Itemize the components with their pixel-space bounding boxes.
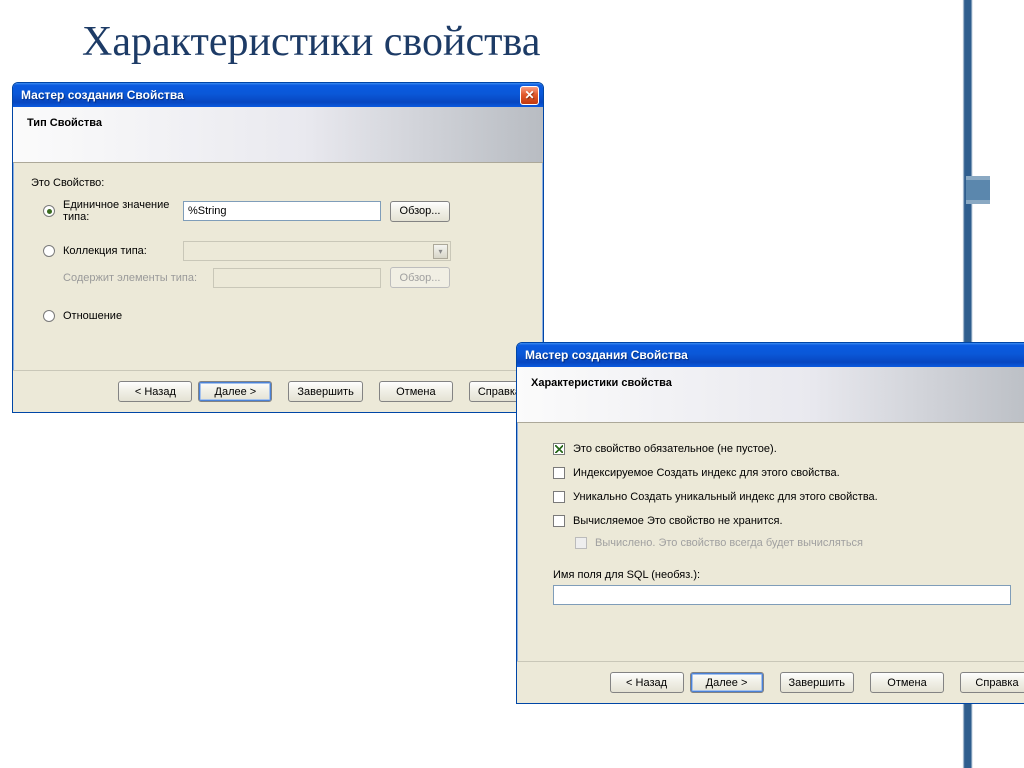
check-indexed-label: Индексируемое Создать индекс для этого с… bbox=[573, 467, 840, 479]
sql-field-label: Имя поля для SQL (необяз.): bbox=[553, 569, 700, 581]
check-unique-label: Уникально Создать уникальный индекс для … bbox=[573, 491, 878, 503]
back-button[interactable]: < Назад bbox=[610, 672, 684, 693]
finish-button[interactable]: Завершить bbox=[780, 672, 854, 693]
browse-button-disabled: Обзор... bbox=[390, 267, 450, 288]
wizard-header-title: Характеристики свойства bbox=[531, 377, 672, 389]
close-button[interactable]: ✕ bbox=[520, 86, 539, 105]
next-button[interactable]: Далее > bbox=[198, 381, 272, 402]
check-computed[interactable] bbox=[553, 515, 565, 527]
close-icon: ✕ bbox=[524, 89, 534, 101]
wizard-header: Тип Свойства bbox=[13, 107, 543, 163]
contains-label: Содержит элементы типа: bbox=[63, 272, 213, 284]
chevron-down-icon: ▾ bbox=[433, 244, 448, 259]
check-computed-label: Вычисляемое Это свойство не хранится. bbox=[573, 515, 783, 527]
cancel-button[interactable]: Отмена bbox=[379, 381, 453, 402]
back-button[interactable]: < Назад bbox=[118, 381, 192, 402]
titlebar[interactable]: Мастер создания Свойства ✕ bbox=[13, 83, 543, 107]
page-title: Характеристики свойства bbox=[82, 18, 540, 66]
wizard-body: Это Свойство: Единичное значение типа: О… bbox=[13, 163, 543, 370]
wizard-header-title: Тип Свойства bbox=[27, 117, 102, 129]
check-indexed[interactable] bbox=[553, 467, 565, 479]
window-property-characteristics: Мастер создания Свойства ✕ Характеристик… bbox=[516, 342, 1024, 704]
button-bar: < Назад Далее > Завершить Отмена Справка bbox=[517, 661, 1024, 703]
radio-relation-label: Отношение bbox=[63, 310, 183, 322]
cancel-button[interactable]: Отмена bbox=[870, 672, 944, 693]
wizard-header: Характеристики свойства bbox=[517, 367, 1024, 423]
window-property-type: Мастер создания Свойства ✕ Тип Свойства … bbox=[12, 82, 544, 413]
window-title: Мастер создания Свойства bbox=[525, 348, 688, 362]
help-button[interactable]: Справка bbox=[960, 672, 1024, 693]
browse-button[interactable]: Обзор... bbox=[390, 201, 450, 222]
check-always-computed bbox=[575, 537, 587, 549]
next-button[interactable]: Далее > bbox=[690, 672, 764, 693]
radio-relation[interactable] bbox=[43, 310, 55, 322]
button-bar: < Назад Далее > Завершить Отмена Справка bbox=[13, 370, 543, 412]
sql-field-input[interactable] bbox=[553, 585, 1011, 605]
radio-collection-label: Коллекция типа: bbox=[63, 245, 183, 257]
contains-input bbox=[213, 268, 381, 288]
slide-accent bbox=[966, 180, 990, 200]
radio-collection[interactable] bbox=[43, 245, 55, 257]
radio-single-label: Единичное значение типа: bbox=[63, 199, 183, 223]
check-required-label: Это свойство обязательное (не пустое). bbox=[573, 443, 777, 455]
section-label: Это Свойство: bbox=[31, 177, 525, 189]
titlebar[interactable]: Мастер создания Свойства ✕ bbox=[517, 343, 1024, 367]
type-input[interactable] bbox=[183, 201, 381, 221]
check-always-label: Вычислено. Это свойство всегда будет выч… bbox=[595, 537, 863, 549]
collection-combo[interactable]: ▾ bbox=[183, 241, 451, 261]
finish-button[interactable]: Завершить bbox=[288, 381, 362, 402]
radio-single-value[interactable] bbox=[43, 205, 55, 217]
window-title: Мастер создания Свойства bbox=[21, 88, 184, 102]
wizard-body: Это свойство обязательное (не пустое). И… bbox=[517, 423, 1024, 661]
check-required[interactable] bbox=[553, 443, 565, 455]
check-unique[interactable] bbox=[553, 491, 565, 503]
